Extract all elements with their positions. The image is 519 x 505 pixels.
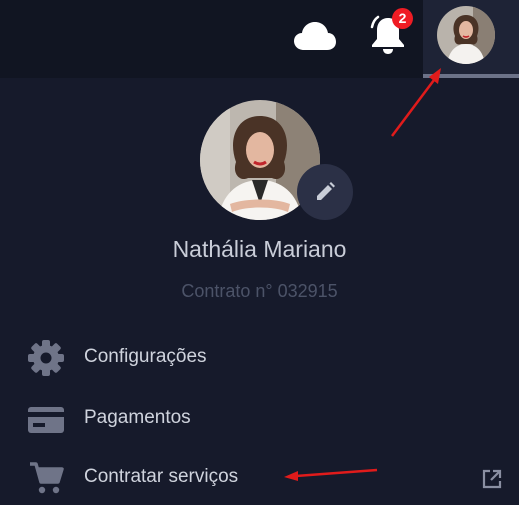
profile-tab-active-indicator: [423, 74, 519, 78]
gear-icon: [28, 340, 64, 376]
contract-number: Contrato n° 032915: [181, 281, 338, 301]
menu-item-contratar-servicos[interactable]: Contratar serviços: [0, 453, 519, 503]
menu-item-label: Configurações: [84, 346, 207, 367]
edit-profile-photo-button[interactable]: [297, 164, 353, 220]
menu-item-configuracoes[interactable]: Configurações: [0, 333, 519, 383]
cart-icon: [30, 462, 64, 494]
profile-name: Nathália Mariano: [172, 236, 347, 262]
credit-card-icon: [28, 407, 64, 433]
menu-item-label: Contratar serviços: [84, 466, 239, 487]
notification-count-badge: 2: [392, 8, 413, 29]
cloud-icon[interactable]: [293, 20, 337, 52]
pencil-icon: [317, 182, 335, 200]
external-link-icon[interactable]: [481, 468, 503, 490]
menu-item-label: Pagamentos: [84, 407, 191, 428]
menu-item-pagamentos[interactable]: Pagamentos: [0, 394, 519, 444]
avatar[interactable]: [437, 6, 495, 64]
